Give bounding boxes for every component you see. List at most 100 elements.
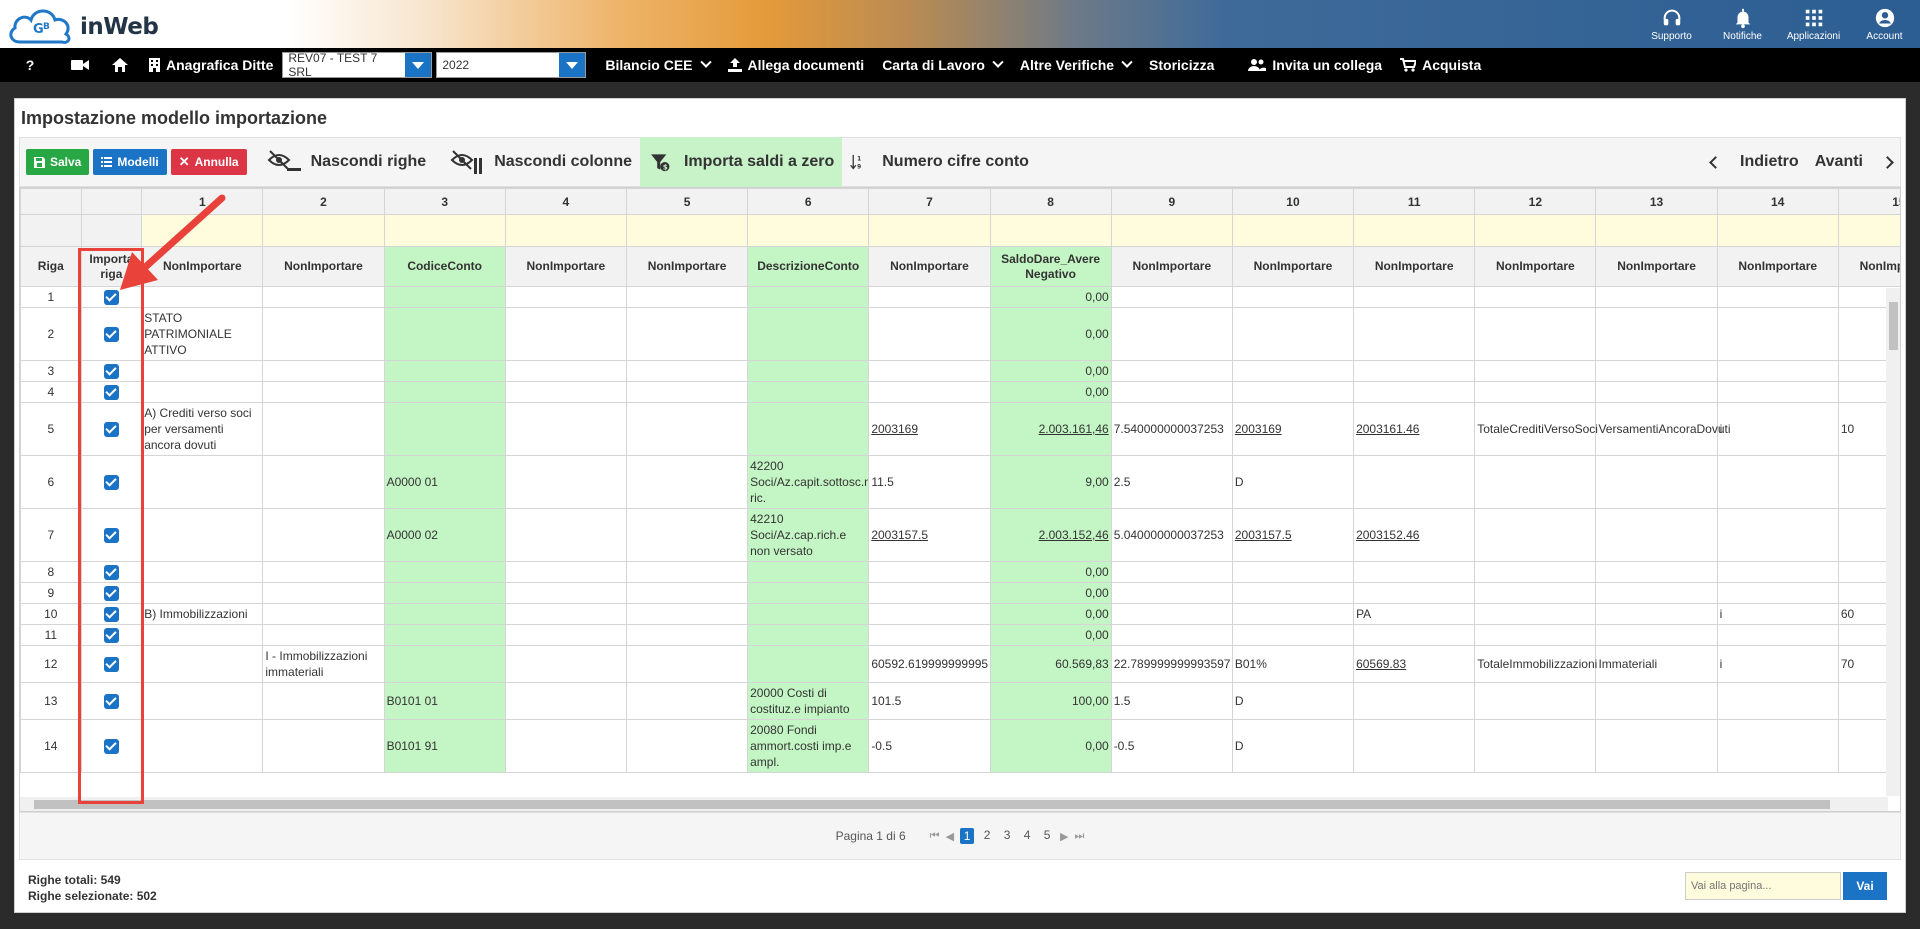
grid-cell[interactable] (625, 508, 749, 562)
grid-cell[interactable] (383, 286, 506, 308)
table-row[interactable]: 1 0,00 (20, 286, 1900, 308)
grid-cell[interactable] (1353, 561, 1476, 583)
column-number-9[interactable]: 9 (1110, 188, 1233, 215)
grid-cell[interactable] (1231, 360, 1355, 382)
grid-cell[interactable]: 11.5 (868, 455, 991, 509)
grid-cell[interactable] (625, 719, 749, 773)
acquista-item[interactable]: Acquista (1391, 48, 1490, 82)
grid-cell[interactable] (868, 624, 991, 646)
grid-cell[interactable] (141, 381, 264, 403)
grid-cell[interactable] (1716, 508, 1839, 562)
import-row-checkbox[interactable] (103, 326, 119, 342)
import-row-checkbox[interactable] (103, 693, 119, 709)
grid-cell[interactable]: 42210 Soci/Az.cap.rich.e non versato (747, 508, 870, 562)
grid-cell[interactable] (747, 582, 870, 604)
grid-cell[interactable] (1110, 307, 1233, 361)
column-mapping-10[interactable]: NonImportare (1231, 246, 1355, 287)
grid-cell[interactable]: I - Immobilizzazioni immateriali (262, 645, 385, 683)
import-row-checkbox[interactable] (103, 527, 119, 543)
last-page-icon[interactable]: ⏭ (1075, 830, 1085, 843)
grid-cell[interactable] (262, 719, 385, 773)
table-row[interactable]: 9 0,00 (20, 582, 1900, 604)
grid-cell[interactable] (504, 682, 627, 720)
horizontal-scroll-thumb[interactable] (34, 800, 1830, 809)
grid-cell[interactable] (504, 360, 627, 382)
column-filter-cell[interactable] (625, 214, 749, 247)
column-filter-cell[interactable] (504, 214, 627, 247)
grid-cell[interactable] (504, 561, 627, 583)
grid-cell[interactable] (1231, 603, 1355, 625)
grid-cell[interactable] (625, 624, 749, 646)
grid-cell[interactable] (747, 307, 870, 361)
grid-cell[interactable]: 2003161.46 (1353, 402, 1476, 456)
column-filter-cell[interactable] (1474, 214, 1597, 247)
grid-cell[interactable] (625, 582, 749, 604)
grid-cell[interactable] (504, 624, 627, 646)
grid-cell[interactable]: 5.040000000037253 (1110, 508, 1233, 562)
grid-cell[interactable] (262, 402, 385, 456)
grid-cell[interactable] (625, 682, 749, 720)
grid-cell[interactable] (504, 286, 627, 308)
grid-cell[interactable] (1595, 561, 1718, 583)
grid-cell[interactable] (1474, 455, 1597, 509)
next-page-icon[interactable]: ▶ (1060, 830, 1068, 843)
column-number-8[interactable]: 8 (989, 188, 1112, 215)
vertical-scroll-thumb[interactable] (1889, 302, 1898, 350)
import-row-checkbox[interactable] (103, 289, 119, 305)
grid-cell[interactable] (1231, 561, 1355, 583)
grid-cell[interactable] (1595, 624, 1718, 646)
column-mapping-11[interactable]: NonImportare (1353, 246, 1476, 287)
grid-cell[interactable] (747, 286, 870, 308)
import-row-checkbox[interactable] (103, 421, 119, 437)
grid-cell[interactable]: 9,00 (989, 455, 1112, 509)
grid-cell[interactable] (1595, 719, 1718, 773)
linked-value[interactable]: 2003157.5 (871, 528, 928, 542)
table-row[interactable]: 8 0,00 (20, 561, 1900, 583)
column-filter-cell[interactable] (868, 214, 991, 247)
grid-cell[interactable] (1231, 582, 1355, 604)
grid-cell[interactable]: 20080 Fondi ammort.costi imp.e ampl. (747, 719, 870, 773)
grid-cell[interactable] (1716, 307, 1839, 361)
grid-cell[interactable] (262, 561, 385, 583)
column-number-6[interactable]: 6 (747, 188, 870, 215)
table-row[interactable]: 3 0,00 (20, 360, 1900, 382)
grid-cell[interactable] (383, 624, 506, 646)
page-number-4[interactable]: 4 (1020, 828, 1034, 844)
grid-cell[interactable] (504, 645, 627, 683)
grid-cell[interactable] (868, 582, 991, 604)
grid-cell[interactable] (1353, 360, 1476, 382)
grid-cell[interactable] (625, 286, 749, 308)
page-number-1[interactable]: 1 (960, 828, 975, 844)
grid-cell[interactable]: D (1231, 455, 1355, 509)
grid-cell[interactable]: 2003169 (1231, 402, 1355, 456)
grid-cell[interactable] (1110, 603, 1233, 625)
grid-cell[interactable] (383, 402, 506, 456)
grid-cell[interactable] (383, 381, 506, 403)
carta-di-lavoro-menu[interactable]: Carta di Lavoro (873, 48, 1011, 82)
table-row[interactable]: 6 A0000 01 42200 Soci/Az.capit.sottosc.non… (20, 455, 1900, 509)
table-row[interactable]: 2 STATO PATRIMONIALE ATTIVO 0,00 (20, 307, 1900, 361)
grid-cell[interactable]: TotaleCreditiVersoSoci (1474, 402, 1598, 456)
column-filter-cell[interactable] (1595, 214, 1718, 247)
storicizza-item[interactable]: Storicizza (1140, 48, 1223, 82)
grid-cell[interactable] (1716, 360, 1839, 382)
grid-cell[interactable] (1716, 719, 1839, 773)
grid-cell[interactable] (141, 508, 264, 562)
grid-cell[interactable] (1353, 719, 1476, 773)
grid-cell[interactable] (625, 307, 749, 361)
grid-cell[interactable] (504, 307, 627, 361)
column-mapping-14[interactable]: NonImportare (1716, 246, 1839, 287)
home-button[interactable] (100, 48, 140, 82)
grid-cell[interactable] (747, 381, 870, 403)
linked-value[interactable]: 2.003.152,46 (1039, 528, 1109, 542)
bilancio-cee-menu[interactable]: Bilancio CEE (596, 48, 718, 82)
prev-page-icon[interactable]: ◀ (946, 830, 954, 843)
grid-cell[interactable] (383, 307, 506, 361)
column-filter-cell[interactable] (1837, 214, 1900, 247)
invita-collega-item[interactable]: Invita un collega (1239, 48, 1391, 82)
table-row[interactable]: 11 0,00 (20, 624, 1900, 646)
grid-cell[interactable] (141, 624, 264, 646)
grid-cell[interactable] (747, 624, 870, 646)
column-filter-cell[interactable] (1231, 214, 1355, 247)
help-button[interactable]: ? (0, 48, 60, 82)
